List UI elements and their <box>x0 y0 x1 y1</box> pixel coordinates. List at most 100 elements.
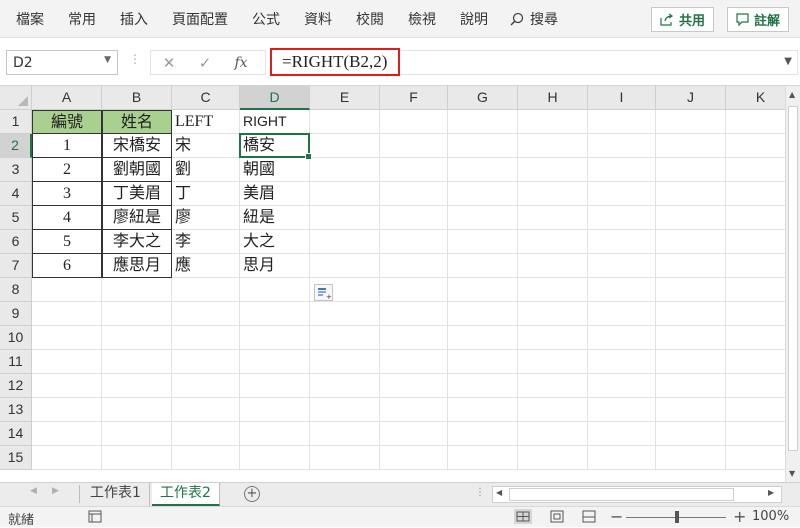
cell-c6[interactable]: 李 <box>172 230 240 254</box>
cell-c13[interactable] <box>172 398 240 422</box>
share-button[interactable]: 共用 <box>651 7 715 32</box>
formula-input[interactable]: =RIGHT(B2,2) <box>270 48 400 76</box>
cell-b13[interactable] <box>102 398 172 422</box>
cell-e4[interactable] <box>310 182 380 206</box>
cell-k1[interactable] <box>726 110 785 134</box>
vertical-scrollbar[interactable]: ▲ ▼ <box>785 86 800 482</box>
cell-i12[interactable] <box>588 374 656 398</box>
next-sheet-icon[interactable]: ▶ <box>52 486 59 496</box>
cell-d3[interactable]: 朝國 <box>240 158 310 182</box>
cell-j12[interactable] <box>656 374 726 398</box>
row-header-6[interactable]: 6 <box>0 230 32 254</box>
normal-view-icon[interactable] <box>514 509 532 524</box>
cell-c12[interactable] <box>172 374 240 398</box>
cell-a13[interactable] <box>32 398 102 422</box>
page-layout-view-icon[interactable] <box>548 509 566 524</box>
cell-i13[interactable] <box>588 398 656 422</box>
menu-formulas[interactable]: 公式 <box>252 9 280 29</box>
cell-i5[interactable] <box>588 206 656 230</box>
cell-h7[interactable] <box>518 254 588 278</box>
cell-k5[interactable] <box>726 206 785 230</box>
cell-f12[interactable] <box>380 374 448 398</box>
menu-review[interactable]: 校閱 <box>356 9 384 29</box>
menu-page-layout[interactable]: 頁面配置 <box>172 9 228 29</box>
row-header-3[interactable]: 3 <box>0 158 32 182</box>
cell-h14[interactable] <box>518 422 588 446</box>
cell-j11[interactable] <box>656 350 726 374</box>
row-header-9[interactable]: 9 <box>0 302 32 326</box>
cell-d4[interactable]: 美眉 <box>240 182 310 206</box>
cell-h5[interactable] <box>518 206 588 230</box>
cell-d14[interactable] <box>240 422 310 446</box>
cell-h8[interactable] <box>518 278 588 302</box>
cell-b15[interactable] <box>102 446 172 470</box>
cell-k4[interactable] <box>726 182 785 206</box>
column-header-d[interactable]: D <box>240 86 310 110</box>
cell-i10[interactable] <box>588 326 656 350</box>
cell-e15[interactable] <box>310 446 380 470</box>
cell-j4[interactable] <box>656 182 726 206</box>
cell-g13[interactable] <box>448 398 518 422</box>
cell-e3[interactable] <box>310 158 380 182</box>
cell-k12[interactable] <box>726 374 785 398</box>
cell-d9[interactable] <box>240 302 310 326</box>
cell-j7[interactable] <box>656 254 726 278</box>
split-handle-icon[interactable]: ⋮ <box>475 487 485 498</box>
cell-c10[interactable] <box>172 326 240 350</box>
cell-c1[interactable]: LEFT <box>172 110 240 134</box>
cell-g9[interactable] <box>448 302 518 326</box>
zoom-out-icon[interactable]: − <box>610 507 623 526</box>
column-header-k[interactable]: K <box>726 86 785 110</box>
cell-h2[interactable] <box>518 134 588 158</box>
cell-i15[interactable] <box>588 446 656 470</box>
scroll-thumb[interactable] <box>788 106 798 451</box>
row-header-8[interactable]: 8 <box>0 278 32 302</box>
cell-g15[interactable] <box>448 446 518 470</box>
cell-e5[interactable] <box>310 206 380 230</box>
cell-k10[interactable] <box>726 326 785 350</box>
cell-k14[interactable] <box>726 422 785 446</box>
cell-j5[interactable] <box>656 206 726 230</box>
cell-b10[interactable] <box>102 326 172 350</box>
cell-g1[interactable] <box>448 110 518 134</box>
quick-analysis-icon[interactable]: + <box>314 284 333 301</box>
cell-c2[interactable]: 宋 <box>172 134 240 158</box>
column-header-g[interactable]: G <box>448 86 518 110</box>
cell-i3[interactable] <box>588 158 656 182</box>
horizontal-scrollbar[interactable]: ◀ ▶ <box>492 486 782 503</box>
cell-f4[interactable] <box>380 182 448 206</box>
cell-j1[interactable] <box>656 110 726 134</box>
cell-g4[interactable] <box>448 182 518 206</box>
cell-i7[interactable] <box>588 254 656 278</box>
cell-g12[interactable] <box>448 374 518 398</box>
cell-k2[interactable] <box>726 134 785 158</box>
cell-j14[interactable] <box>656 422 726 446</box>
cell-k9[interactable] <box>726 302 785 326</box>
cell-a12[interactable] <box>32 374 102 398</box>
row-header-1[interactable]: 1 <box>0 110 32 134</box>
cell-d15[interactable] <box>240 446 310 470</box>
cell-e6[interactable] <box>310 230 380 254</box>
scroll-right-icon[interactable]: ▶ <box>768 488 774 497</box>
cell-d2[interactable]: 橋安 <box>240 134 310 158</box>
cell-h10[interactable] <box>518 326 588 350</box>
cell-f6[interactable] <box>380 230 448 254</box>
cell-g6[interactable] <box>448 230 518 254</box>
cell-f1[interactable] <box>380 110 448 134</box>
cell-f11[interactable] <box>380 350 448 374</box>
cell-f9[interactable] <box>380 302 448 326</box>
cell-a8[interactable] <box>32 278 102 302</box>
cell-j6[interactable] <box>656 230 726 254</box>
cell-b2[interactable]: 宋橋安 <box>102 134 172 158</box>
cell-h11[interactable] <box>518 350 588 374</box>
row-header-12[interactable]: 12 <box>0 374 32 398</box>
cell-i4[interactable] <box>588 182 656 206</box>
page-break-preview-icon[interactable] <box>580 509 598 524</box>
column-header-f[interactable]: F <box>380 86 448 110</box>
cell-a2[interactable]: 1 <box>32 134 102 158</box>
cell-f8[interactable] <box>380 278 448 302</box>
cell-b14[interactable] <box>102 422 172 446</box>
cell-d5[interactable]: 紐是 <box>240 206 310 230</box>
cell-e12[interactable] <box>310 374 380 398</box>
cell-e7[interactable] <box>310 254 380 278</box>
